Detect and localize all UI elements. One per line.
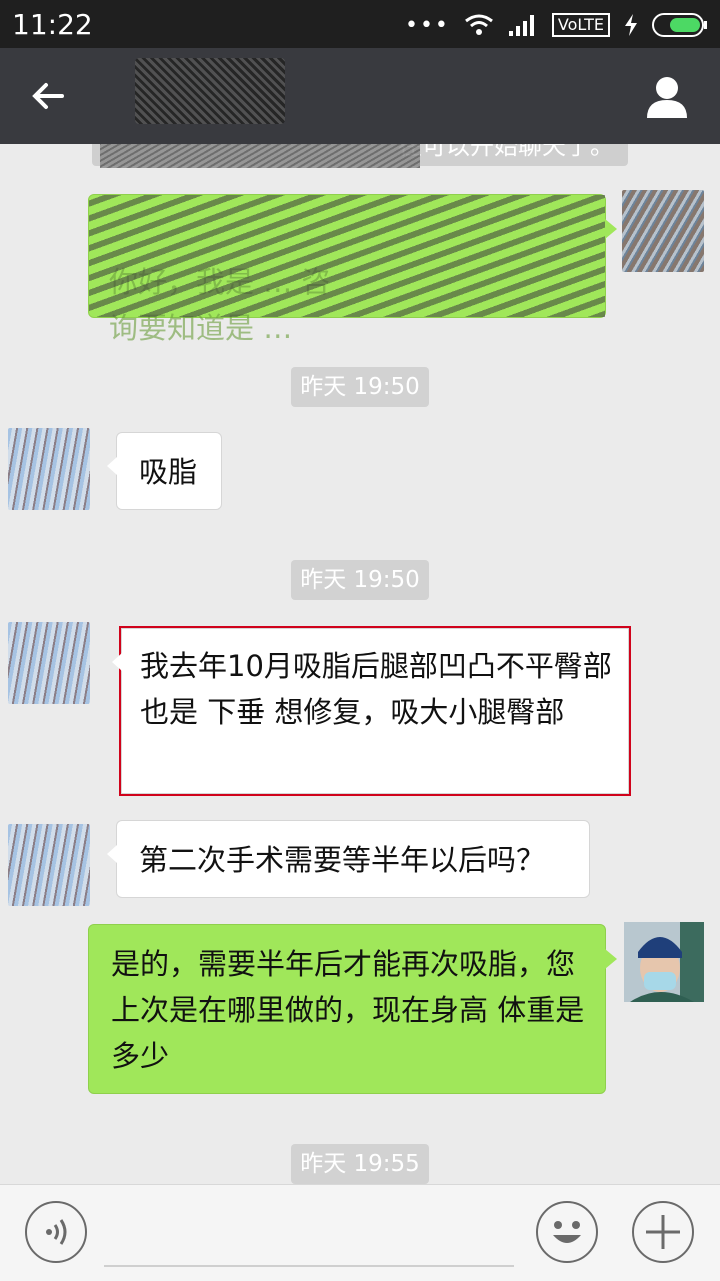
system-note-text: 在可以开始聊天了。 bbox=[398, 144, 614, 160]
more-dots-icon: ••• bbox=[404, 12, 450, 38]
scribble-redaction bbox=[100, 144, 420, 168]
message-input[interactable] bbox=[104, 1265, 514, 1267]
contact-avatar-redacted[interactable] bbox=[8, 428, 90, 510]
more-button[interactable] bbox=[632, 1201, 694, 1263]
person-icon[interactable] bbox=[644, 74, 690, 120]
self-avatar[interactable] bbox=[624, 922, 704, 1002]
message-text: 我去年10月吸脂后腿部凹凸不平臀部也是 下垂 想修复，吸大小腿臀部 bbox=[140, 649, 612, 729]
message-bubble-in[interactable]: 第二次手术需要等半年以后吗？ bbox=[107, 820, 590, 898]
title-bar bbox=[0, 48, 720, 144]
self-avatar-redacted[interactable] bbox=[622, 190, 704, 272]
signal-icon bbox=[508, 15, 534, 36]
input-bar bbox=[0, 1184, 720, 1281]
wifi-icon bbox=[464, 14, 493, 35]
message-bubble-in[interactable]: 吸脂 bbox=[107, 432, 222, 510]
timestamp: 昨天 19:50 bbox=[291, 367, 429, 407]
plus-icon bbox=[646, 1215, 680, 1249]
voice-button[interactable] bbox=[25, 1201, 87, 1263]
smiley-icon bbox=[553, 1221, 581, 1243]
voice-icon bbox=[46, 1219, 67, 1245]
message-text: 是的，需要半年后才能再次吸脂，您上次是在哪里做的，现在身高 体重是多少 bbox=[111, 947, 585, 1073]
message-bubble-in-highlighted[interactable]: 我去年10月吸脂后腿部凹凸不平臀部也是 下垂 想修复，吸大小腿臀部 bbox=[112, 626, 631, 796]
chat-area[interactable]: 在可以开始聊天了。 你好，我是 … 咨 询要知道是 … 昨天 19:50 吸脂 … bbox=[0, 144, 720, 1184]
message-bubble-out[interactable]: 是的，需要半年后才能再次吸脂，您上次是在哪里做的，现在身高 体重是多少 bbox=[88, 924, 617, 1094]
message-bubble-out-redacted[interactable]: 你好，我是 … 咨 询要知道是 … bbox=[88, 194, 617, 345]
message-text: 第二次手术需要等半年以后吗？ bbox=[139, 843, 546, 877]
contact-avatar-redacted[interactable] bbox=[8, 824, 90, 906]
contact-avatar-redacted[interactable] bbox=[8, 622, 90, 704]
message-text: 吸脂 bbox=[139, 455, 198, 489]
status-time: 11:22 bbox=[12, 8, 93, 41]
volte-badge: VoLTE bbox=[551, 13, 610, 37]
scribble-redaction bbox=[89, 195, 605, 317]
emoji-button[interactable] bbox=[536, 1201, 598, 1263]
battery-icon bbox=[652, 13, 707, 37]
doctor-avatar-icon bbox=[624, 922, 704, 1002]
charging-icon bbox=[625, 14, 637, 36]
chat-title-redacted bbox=[135, 58, 285, 124]
arrow-left-icon[interactable] bbox=[28, 76, 68, 116]
timestamp: 昨天 19:55 bbox=[291, 1144, 429, 1184]
status-bar: 11:22 ••• VoLTE bbox=[0, 0, 720, 48]
timestamp: 昨天 19:50 bbox=[291, 560, 429, 600]
